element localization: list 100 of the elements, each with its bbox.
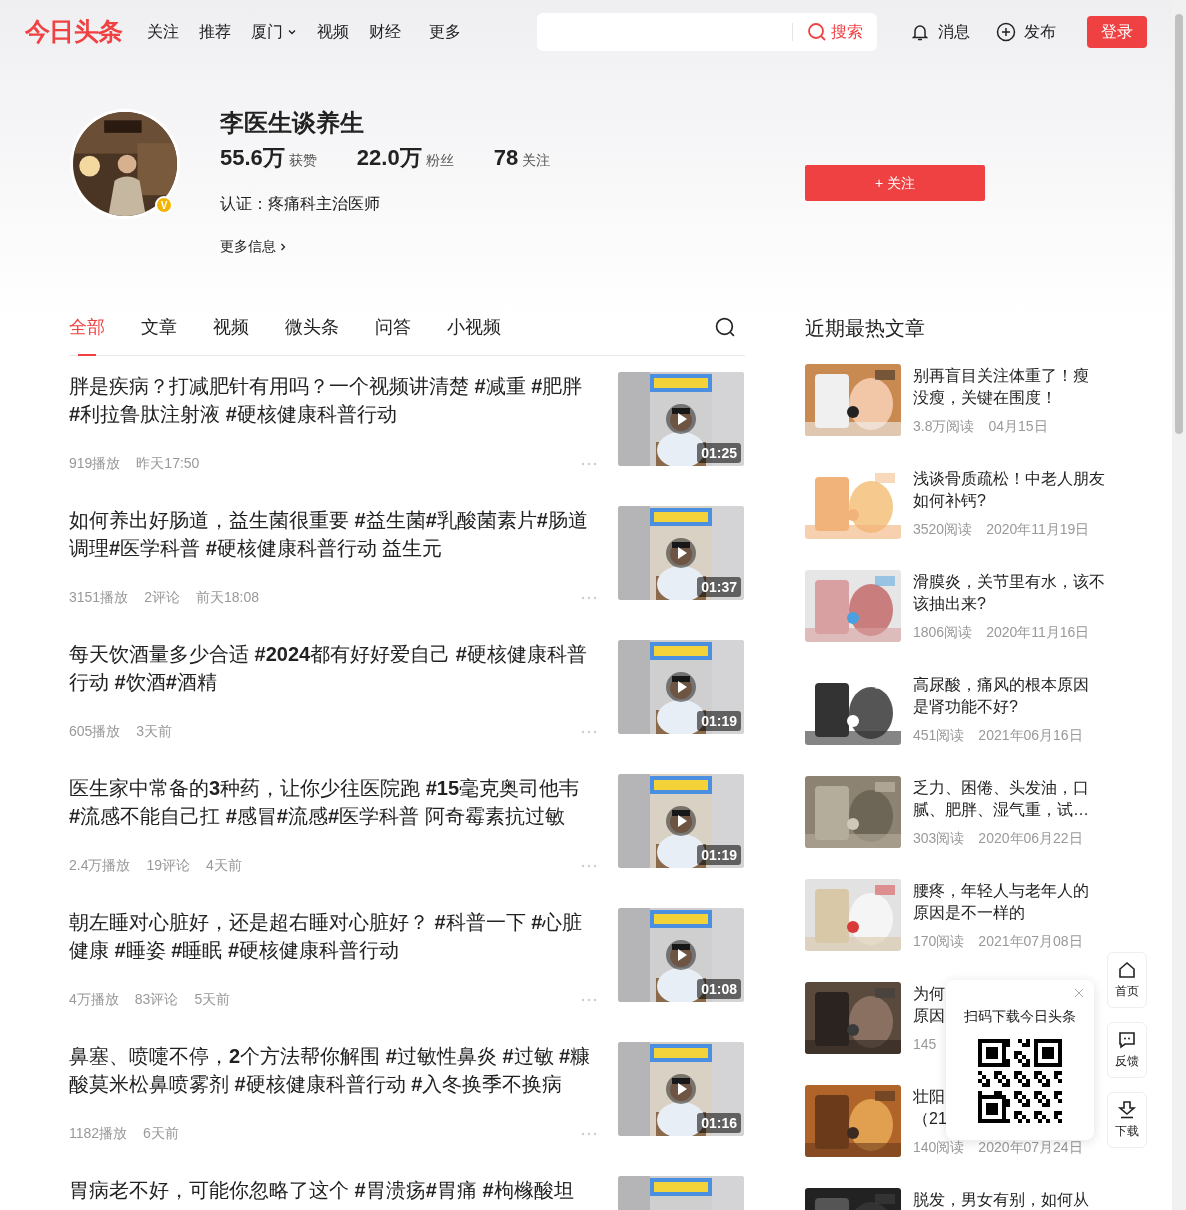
video-title-line[interactable]: 酸莫米松鼻喷雾剂 #硬核健康科普行动 #入冬换季不换病 <box>69 1070 599 1098</box>
meta-text: 前天18:08 <box>195 588 259 607</box>
video-title-line[interactable]: 胃病老不好，可能你忽略了这个 #胃溃疡#胃痛 #枸橼酸坦 <box>69 1176 599 1204</box>
article-title-line[interactable]: 如何补钙? <box>913 491 1105 511</box>
side-button[interactable]: 反馈 <box>1107 1022 1147 1078</box>
article-title-line[interactable]: 脱发，男女有别，如何从 <box>913 1190 1089 1210</box>
meta-text: 4天前 <box>206 856 242 875</box>
login-button[interactable]: 登录 <box>1087 16 1147 48</box>
meta-text: 605播放 <box>69 722 121 741</box>
play-icon <box>666 672 696 702</box>
article-title-line[interactable]: 滑膜炎，关节里有水，该不 <box>913 572 1105 592</box>
stat-label: 获赞 <box>288 151 317 170</box>
article-title-line[interactable]: 腻、肥胖、湿气重，试… <box>913 800 1089 820</box>
video-title-line[interactable]: 调理#医学科普 #硬核健康科普行动 益生元 <box>69 534 599 562</box>
meta-text: 2.4万播放 <box>69 856 131 875</box>
duration-badge: 01:19 <box>697 711 741 731</box>
side-button[interactable]: 下载 <box>1107 1092 1147 1148</box>
article-title-line[interactable]: 原因 <box>913 1006 945 1026</box>
video-title-line[interactable]: 行动 #饮酒#酒精 <box>69 668 599 696</box>
chat-icon <box>1117 1030 1137 1050</box>
video-title-line[interactable]: 胖是疾病？打减肥针有用吗？一个视频讲清楚 #减重 #肥胖 <box>69 372 599 400</box>
stat-label: 关注 <box>522 151 551 170</box>
meta-text: 2021年06月16日 <box>978 726 1083 745</box>
play-icon <box>666 404 696 434</box>
video-title-line[interactable]: 健康 #睡姿 #睡眠 #硬核健康科普行动 <box>69 936 599 964</box>
close-icon[interactable] <box>1074 988 1084 998</box>
stat-value: 78 <box>493 144 519 172</box>
tab[interactable]: 全部 <box>69 300 105 355</box>
more-icon[interactable] <box>581 863 597 868</box>
search-field[interactable]: 搜索 <box>536 13 877 51</box>
plus-circle-icon <box>995 22 1016 42</box>
stat-label: 粉丝 <box>425 151 454 170</box>
messages-button[interactable]: 消息 <box>909 20 970 44</box>
meta-text: 145 <box>913 1035 937 1054</box>
follow-button[interactable]: + 关注 <box>805 165 985 201</box>
nav-link[interactable]: 更多 <box>428 20 461 44</box>
more-info-link[interactable]: 更多信息 <box>220 236 551 257</box>
play-icon <box>666 1074 696 1104</box>
qr-title: 扫码下载今日头条 <box>964 1007 1076 1026</box>
nav-link[interactable]: 财经 <box>368 20 401 44</box>
meta-text: 3151播放 <box>69 588 129 607</box>
bell-icon <box>909 22 930 42</box>
article-title-line[interactable]: 乏力、困倦、头发油，口 <box>913 778 1089 798</box>
chevron-icon <box>278 241 288 252</box>
duration-badge: 01:25 <box>697 443 741 463</box>
video-title-line[interactable]: 每天饮酒量多少合适 #2024都有好好爱自己 #硬核健康科普 <box>69 640 599 668</box>
home-icon <box>1117 960 1137 980</box>
meta-text: 19评论 <box>146 856 191 875</box>
article-title-line[interactable]: 腰疼，年轻人与老年人的 <box>913 881 1089 901</box>
tab[interactable]: 问答 <box>375 300 411 355</box>
tab[interactable]: 微头条 <box>285 300 339 355</box>
more-icon[interactable] <box>581 461 597 466</box>
tab[interactable]: 小视频 <box>447 300 501 355</box>
tab[interactable]: 视频 <box>213 300 249 355</box>
search-button[interactable]: 搜索 <box>792 20 877 44</box>
nav-link[interactable]: 关注 <box>146 20 179 44</box>
video-title-line[interactable]: 医生家中常备的3种药，让你少往医院跑 #15毫克奥司他韦 <box>69 774 599 802</box>
meta-text: 4万播放 <box>69 990 119 1009</box>
meta-text: 2评论 <box>144 588 180 607</box>
side-button[interactable]: 首页 <box>1107 952 1147 1008</box>
article-title-line[interactable]: 别再盲目关注体重了！瘦 <box>913 366 1089 386</box>
qr-code-icon <box>978 1039 1062 1123</box>
video-title-line[interactable]: 鼻塞、喷嚏不停，2个方法帮你解围 #过敏性鼻炎 #过敏 #糠 <box>69 1042 599 1070</box>
nav-link[interactable]: 推荐 <box>198 20 231 44</box>
nav-link[interactable]: 视频 <box>316 20 349 44</box>
meta-text: 3天前 <box>136 722 173 741</box>
duration-badge: 01:08 <box>697 979 741 999</box>
publish-button[interactable]: 发布 <box>995 20 1056 44</box>
article-title-line[interactable]: 是肾功能不好? <box>913 697 1089 717</box>
meta-text: 6天前 <box>143 1124 179 1143</box>
certification-text: 认证：疼痛科主治医师 <box>220 194 381 214</box>
meta-text: 919播放 <box>69 454 121 473</box>
article-title-line[interactable]: 浅谈骨质疏松！中老人朋友 <box>913 469 1105 489</box>
tab[interactable]: 文章 <box>141 300 177 355</box>
more-icon[interactable] <box>581 729 597 734</box>
search-icon[interactable] <box>715 317 736 338</box>
meta-text: 140阅读 <box>913 1138 965 1157</box>
duration-badge: 01:19 <box>697 845 741 865</box>
stat-value: 22.0万 <box>356 144 422 172</box>
play-icon <box>666 806 696 836</box>
duration-badge: 01:37 <box>697 577 741 597</box>
search-icon <box>806 22 827 42</box>
more-icon[interactable] <box>581 1131 597 1136</box>
more-icon[interactable] <box>581 595 597 600</box>
video-title-line[interactable]: #流感不能自己扛 #感冒#流感#医学科普 阿奇霉素抗过敏 <box>69 802 599 830</box>
video-title-line[interactable]: 如何养出好肠道，益生菌很重要 #益生菌#乳酸菌素片#肠道 <box>69 506 599 534</box>
article-title-line[interactable]: 该抽出来? <box>913 594 1105 614</box>
article-title-line[interactable]: 原因是不一样的 <box>913 903 1089 923</box>
video-title-line[interactable]: #利拉鲁肽注射液 #硬核健康科普行动 <box>69 400 599 428</box>
duration-badge: 01:16 <box>697 1113 741 1133</box>
meta-text: 1806阅读 <box>913 623 973 642</box>
article-title-line[interactable]: 为何 <box>913 984 945 1004</box>
more-icon[interactable] <box>581 997 597 1002</box>
article-title-line[interactable]: 高尿酸，痛风的根本原因 <box>913 675 1089 695</box>
meta-text: 170阅读 <box>913 932 965 951</box>
play-icon <box>666 940 696 970</box>
nav-link[interactable]: 厦门 <box>250 20 297 44</box>
play-icon <box>666 538 696 568</box>
video-title-line[interactable]: 朝左睡对心脏好，还是超右睡对心脏好？ #科普一下 #心脏 <box>69 908 599 936</box>
article-title-line[interactable]: 没瘦，关键在围度！ <box>913 388 1089 408</box>
